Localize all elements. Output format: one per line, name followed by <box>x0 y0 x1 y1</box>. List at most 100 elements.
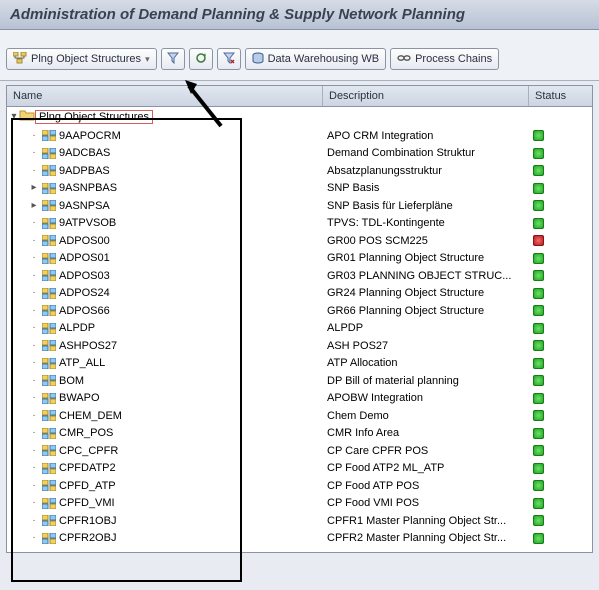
tree-row[interactable]: ·ADPOS00GR00 POS SCM225 <box>7 232 592 250</box>
tree-row[interactable]: ·CPFD_ATPCP Food ATP POS <box>7 477 592 495</box>
structure-icon <box>42 358 56 369</box>
expand-icon[interactable]: · <box>29 393 39 403</box>
row-name: BOM <box>59 375 84 387</box>
row-desc: GR66 Planning Object Structure <box>323 305 529 317</box>
plng-object-structures-button[interactable]: Plng Object Structures ▾ <box>6 48 157 70</box>
tree-row[interactable]: ·ASHPOS27ASH POS27 <box>7 337 592 355</box>
data-warehousing-wb-button[interactable]: Data Warehousing WB <box>245 48 386 70</box>
tree-row[interactable]: ·CPFDATP2CP Food ATP2 ML_ATP <box>7 460 592 478</box>
structure-icon <box>42 270 56 281</box>
expand-icon[interactable]: · <box>29 446 39 456</box>
tree-row[interactable]: ·ADPOS24GR24 Planning Object Structure <box>7 285 592 303</box>
expand-icon[interactable]: · <box>29 271 39 281</box>
row-desc: DP Bill of material planning <box>323 375 529 387</box>
folder-icon <box>19 109 35 124</box>
expand-icon[interactable]: · <box>29 218 39 228</box>
status-indicator <box>533 428 544 439</box>
expand-icon[interactable]: · <box>29 516 39 526</box>
row-name: 9ATPVSOB <box>59 217 116 229</box>
structure-icon <box>42 480 56 491</box>
structure-icon <box>42 183 56 194</box>
tree-row[interactable]: ▸9ASNPBASSNP Basis <box>7 180 592 198</box>
row-desc: ASH POS27 <box>323 340 529 352</box>
expand-icon[interactable]: · <box>29 323 39 333</box>
status-indicator <box>533 375 544 386</box>
tree-row[interactable]: ·9AAPOCRMAPO CRM Integration <box>7 127 592 145</box>
row-name: ATP_ALL <box>59 357 105 369</box>
structure-icon <box>42 148 56 159</box>
structure-icon <box>42 305 56 316</box>
expand-icon[interactable]: · <box>29 481 39 491</box>
status-indicator <box>533 463 544 474</box>
expand-icon[interactable]: · <box>29 288 39 298</box>
expand-icon[interactable]: · <box>29 148 39 158</box>
row-name: 9ADCBAS <box>59 147 110 159</box>
expand-icon[interactable]: · <box>29 166 39 176</box>
col-header-name[interactable]: Name <box>7 86 323 106</box>
col-header-status[interactable]: Status <box>529 86 592 106</box>
expand-icon[interactable]: ▸ <box>29 183 39 193</box>
structure-icon <box>42 288 56 299</box>
dropdown-icon: ▾ <box>145 54 150 65</box>
tree-row[interactable]: ·CMR_POSCMR Info Area <box>7 425 592 443</box>
expand-icon[interactable]: · <box>29 253 39 263</box>
tree-row[interactable]: ·CPFD_VMICP Food VMI POS <box>7 495 592 513</box>
tree-row[interactable]: ·9ATPVSOBTPVS: TDL-Kontingente <box>7 215 592 233</box>
expand-icon[interactable]: · <box>29 463 39 473</box>
status-indicator <box>533 410 544 421</box>
tree-row[interactable]: ·ALPDPALPDP <box>7 320 592 338</box>
tree-row[interactable]: ·9ADPBASAbsatzplanungsstruktur <box>7 162 592 180</box>
status-indicator <box>533 533 544 544</box>
tree-row[interactable]: ·CPFR1OBJCPFR1 Master Planning Object St… <box>7 512 592 530</box>
expand-icon[interactable]: · <box>29 376 39 386</box>
chain-icon <box>397 53 411 66</box>
row-name: ADPOS03 <box>59 270 110 282</box>
structure-icon <box>42 340 56 351</box>
filter-button[interactable] <box>161 48 185 70</box>
expand-icon[interactable]: · <box>29 131 39 141</box>
expand-icon[interactable]: · <box>29 533 39 543</box>
expand-icon[interactable]: · <box>29 341 39 351</box>
structure-icon <box>42 130 56 141</box>
tree-row[interactable]: ·CPC_CPFRCP Care CPFR POS <box>7 442 592 460</box>
tree-root-row[interactable]: ▾ Plng Object Structures <box>7 107 592 127</box>
tree-row[interactable]: ·CPFR2OBJCPFR2 Master Planning Object St… <box>7 530 592 548</box>
tree-row[interactable]: ·ADPOS66GR66 Planning Object Structure <box>7 302 592 320</box>
row-desc: SNP Basis für Lieferpläne <box>323 200 529 212</box>
structure-icon <box>42 218 56 229</box>
row-desc: GR01 Planning Object Structure <box>323 252 529 264</box>
tree-row[interactable]: · BOM DP Bill of material planning <box>7 372 592 390</box>
collapse-icon[interactable]: ▾ <box>9 112 19 122</box>
expand-icon[interactable]: ▸ <box>29 201 39 211</box>
tree-row[interactable]: ·BWAPOAPOBW Integration <box>7 390 592 408</box>
row-desc: CP Food ATP POS <box>323 480 529 492</box>
expand-icon[interactable]: · <box>29 306 39 316</box>
structure-icon <box>42 463 56 474</box>
col-header-desc[interactable]: Description <box>323 86 529 106</box>
tree-row[interactable]: ·ADPOS01GR01 Planning Object Structure <box>7 250 592 268</box>
expand-icon[interactable]: · <box>29 428 39 438</box>
filter-delete-button[interactable] <box>217 48 241 70</box>
status-indicator <box>533 165 544 176</box>
expand-icon[interactable]: · <box>29 358 39 368</box>
structure-icon <box>42 445 56 456</box>
row-name: 9ASNPBAS <box>59 182 117 194</box>
row-desc: ALPDP <box>323 322 529 334</box>
tree-row[interactable]: ·CHEM_DEMChem Demo <box>7 407 592 425</box>
expand-icon[interactable]: · <box>29 498 39 508</box>
process-chains-button[interactable]: Process Chains <box>390 48 499 70</box>
status-indicator <box>533 130 544 141</box>
tree-row[interactable]: ·ATP_ALLATP Allocation <box>7 355 592 373</box>
refresh-button[interactable] <box>189 48 213 70</box>
expand-icon[interactable]: · <box>29 411 39 421</box>
refresh-icon <box>195 52 207 67</box>
row-name: BWAPO <box>59 392 100 404</box>
status-indicator <box>533 183 544 194</box>
tree-row[interactable]: ·ADPOS03GR03 PLANNING OBJECT STRUC... <box>7 267 592 285</box>
expand-icon[interactable]: · <box>29 236 39 246</box>
tree-row[interactable]: ·9ADCBASDemand Combination Struktur <box>7 145 592 163</box>
status-indicator <box>533 358 544 369</box>
tree-row[interactable]: ▸9ASNPSASNP Basis für Lieferpläne <box>7 197 592 215</box>
status-indicator <box>533 270 544 281</box>
structure-icon <box>42 323 56 334</box>
